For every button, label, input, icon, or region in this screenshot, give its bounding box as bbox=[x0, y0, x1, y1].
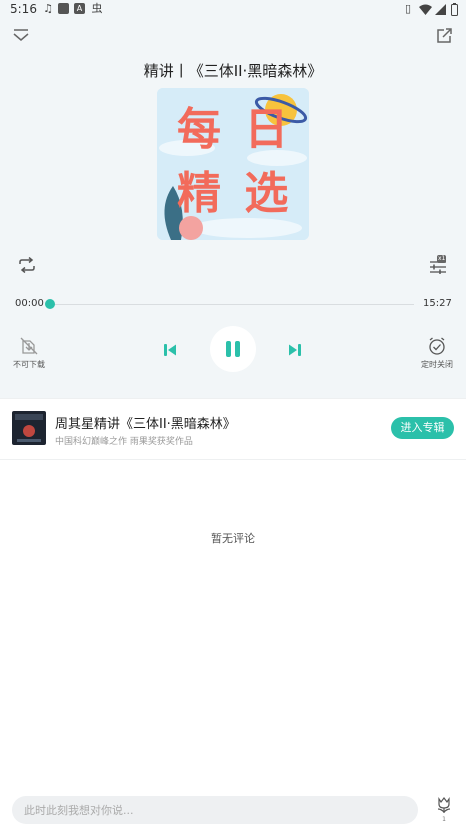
progress-track[interactable] bbox=[50, 304, 414, 305]
skip-previous-icon[interactable] bbox=[163, 343, 177, 357]
cover-line2: 精 选 bbox=[177, 168, 293, 219]
chevron-down-icon[interactable] bbox=[12, 28, 30, 42]
download-label: 不可下载 bbox=[13, 360, 45, 369]
pause-icon bbox=[226, 341, 240, 357]
timer-label: 定时关闭 bbox=[421, 360, 453, 369]
current-time: 00:00 bbox=[15, 298, 44, 309]
progress-thumb[interactable] bbox=[45, 299, 55, 309]
share-icon[interactable] bbox=[436, 27, 453, 44]
skip-next-icon[interactable] bbox=[288, 343, 302, 357]
cover-line1: 每 日 bbox=[177, 104, 293, 155]
track-title: 精讲丨《三体II·黑暗森林》 bbox=[143, 62, 323, 80]
battery-icon bbox=[451, 3, 458, 16]
download-button[interactable]: 不可下载 bbox=[10, 337, 48, 371]
gift-count: 1 bbox=[442, 816, 446, 823]
empty-comments-text: 暂无评论 bbox=[211, 532, 255, 545]
bug-icon: 虫 bbox=[91, 2, 103, 15]
repeat-icon[interactable] bbox=[17, 257, 37, 273]
sleep-timer-button[interactable]: 定时关闭 bbox=[418, 337, 456, 371]
cover-art: 每 日 精 选 bbox=[157, 88, 309, 240]
comment-input[interactable] bbox=[12, 796, 418, 824]
speed-badge: x1 bbox=[437, 255, 447, 263]
music-note-icon: ♫ bbox=[43, 2, 53, 15]
flower-icon bbox=[437, 797, 451, 813]
enter-album-button[interactable]: 进入专辑 bbox=[391, 417, 454, 439]
speed-settings-button[interactable]: x1 bbox=[429, 255, 449, 274]
status-bar: 5:16 ♫ A 虫 ▯ bbox=[0, 0, 466, 20]
album-title: 周其星精讲《三体II·黑暗森林》 bbox=[55, 417, 236, 432]
status-time: 5:16 bbox=[10, 2, 37, 16]
app-square-icon bbox=[58, 3, 69, 14]
a-badge-icon: A bbox=[74, 3, 85, 14]
total-time: 15:27 bbox=[423, 298, 452, 309]
album-thumbnail[interactable] bbox=[12, 411, 46, 445]
pause-button[interactable] bbox=[210, 326, 256, 372]
gift-button[interactable]: 1 bbox=[433, 796, 455, 826]
no-download-icon bbox=[20, 337, 38, 355]
wifi-icon bbox=[419, 4, 432, 15]
signal-icon bbox=[435, 4, 446, 15]
alarm-clock-icon bbox=[429, 337, 445, 355]
album-subtitle: 中国科幻巅峰之作 雨果奖获奖作品 bbox=[55, 437, 193, 447]
vibrate-icon: ▯ bbox=[404, 2, 412, 15]
